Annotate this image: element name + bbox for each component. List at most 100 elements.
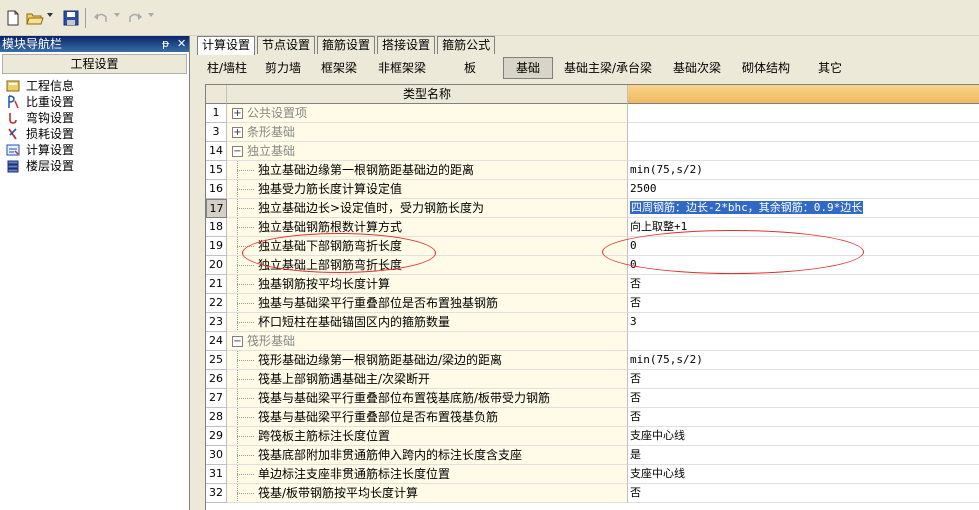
row-number[interactable]: 25	[206, 351, 227, 370]
setting-value-cell[interactable]: min(75,s/2)	[628, 351, 979, 370]
table-row[interactable]: 16 独基受力筋长度计算设定值 2500	[206, 180, 979, 199]
open-folder-icon[interactable]	[26, 9, 44, 27]
row-number[interactable]: 20	[206, 256, 227, 275]
table-row[interactable]: 17 独立基础边长>设定值时，受力钢筋长度为 四周钢筋：边长-2*bhc，其余钢筋：…	[206, 199, 979, 218]
subtab-foundation[interactable]: 基础	[503, 57, 553, 79]
setting-value-cell[interactable]: 向上取整+1	[628, 218, 979, 237]
row-number[interactable]: 21	[206, 275, 227, 294]
table-row[interactable]: 22 独基与基础梁平行重叠部位是否布置独基钢筋 否	[206, 294, 979, 313]
subtab-frame-beam[interactable]: 框架梁	[311, 57, 367, 79]
row-number[interactable]: 30	[206, 446, 227, 465]
main-toolbar	[0, 0, 979, 36]
table-row[interactable]: 28 筏基与基础梁平行重叠部位是否布置筏基负筋 否	[206, 408, 979, 427]
group-label: 公共设置项	[247, 106, 308, 120]
row-number[interactable]: 29	[206, 427, 227, 446]
row-number[interactable]: 19	[206, 237, 227, 256]
table-row[interactable]: 26 筏基上部钢筋遇基础主/次梁断开 否	[206, 370, 979, 389]
row-number[interactable]: 1	[206, 104, 227, 123]
subtab-foundation-secondary-beam[interactable]: 基础次梁	[663, 57, 731, 79]
tab-stirrup-formula[interactable]: 箍筋公式	[437, 36, 496, 54]
setting-value-cell[interactable]: 3	[628, 313, 979, 332]
toolbar-separator	[85, 8, 86, 28]
row-number[interactable]: 23	[206, 313, 227, 332]
table-row[interactable]: 29 跨筏板主筋标注长度位置 支座中心线	[206, 427, 979, 446]
tab-lap-settings[interactable]: 搭接设置	[377, 36, 436, 54]
table-row[interactable]: 23 杯口短柱在基础锚固区内的箍筋数量 3	[206, 313, 979, 332]
tab-stirrup-settings[interactable]: 箍筋设置	[317, 36, 376, 54]
tab-calc-settings[interactable]: 计算设置	[197, 36, 256, 55]
new-file-icon[interactable]	[4, 9, 22, 27]
expand-icon[interactable]: +	[232, 127, 243, 138]
setting-value-cell[interactable]: 否	[628, 294, 979, 313]
collapse-icon[interactable]: −	[232, 146, 243, 157]
undo-icon[interactable]	[92, 9, 110, 27]
table-row[interactable]: 15 独立基础边缘第一根钢筋距基础边的距离 min(75,s/2)	[206, 161, 979, 180]
nav-item-hook[interactable]: 弯钩设置	[0, 110, 189, 126]
row-number[interactable]: 28	[206, 408, 227, 427]
table-row[interactable]: 30 筏基底部附加非贯通筋伸入跨内的标注长度含支座 是	[206, 446, 979, 465]
setting-value-cell[interactable]: 否	[628, 408, 979, 427]
expand-icon[interactable]: +	[232, 108, 243, 119]
row-number[interactable]: 17	[206, 199, 227, 218]
setting-value-cell[interactable]: 否	[628, 484, 979, 503]
redo-icon[interactable]	[126, 9, 144, 27]
subtab-masonry[interactable]: 砌体结构	[731, 57, 801, 79]
row-number[interactable]: 27	[206, 389, 227, 408]
table-row[interactable]: 20 独立基础上部钢筋弯折长度 0	[206, 256, 979, 275]
row-number[interactable]: 15	[206, 161, 227, 180]
setting-value-cell[interactable]: 0	[628, 256, 979, 275]
undo-dropdown-arrow-icon[interactable]	[114, 13, 120, 17]
subtab-slab[interactable]: 板	[437, 57, 503, 79]
nav-section-header[interactable]: 工程设置	[2, 54, 187, 74]
setting-value-cell[interactable]: 是	[628, 446, 979, 465]
redo-dropdown-arrow-icon[interactable]	[148, 13, 154, 17]
row-number[interactable]: 31	[206, 465, 227, 484]
open-dropdown-arrow-icon[interactable]	[47, 13, 53, 17]
row-number[interactable]: 14	[206, 142, 227, 161]
nav-item-project-info[interactable]: 工程信息	[0, 78, 189, 94]
subtab-column[interactable]: 柱/墙柱	[199, 57, 255, 79]
close-icon[interactable]: ✕	[177, 36, 186, 52]
setting-value-cell[interactable]: min(75,s/2)	[628, 161, 979, 180]
subtab-foundation-main-beam[interactable]: 基础主梁/承台梁	[553, 57, 663, 79]
nav-item-weight[interactable]: 比重设置	[0, 94, 189, 110]
save-icon[interactable]	[62, 9, 80, 27]
setting-value-cell[interactable]: 2500	[628, 180, 979, 199]
setting-value-cell[interactable]: 四周钢筋：边长-2*bhc，其余钢筋：0.9*边长	[628, 199, 979, 218]
table-row[interactable]: 32 筏基/板带钢筋按平均长度计算 否	[206, 484, 979, 503]
group-row[interactable]: 3 + 条形基础	[206, 123, 979, 142]
row-number[interactable]: 16	[206, 180, 227, 199]
group-row[interactable]: 1 + 公共设置项	[206, 104, 979, 123]
subtab-shear-wall[interactable]: 剪力墙	[255, 57, 311, 79]
table-row[interactable]: 31 单边标注支座非贯通筋标注长度位置 支座中心线	[206, 465, 979, 484]
row-number[interactable]: 26	[206, 370, 227, 389]
table-row[interactable]: 27 筏基与基础梁平行重叠部位布置筏基底筋/板带受力钢筋 否	[206, 389, 979, 408]
group-row[interactable]: 14− 独立基础	[206, 142, 979, 161]
row-name-cell: 跨筏板主筋标注长度位置	[227, 427, 628, 446]
nav-item-loss[interactable]: 损耗设置	[0, 126, 189, 142]
table-row[interactable]: 25 筏形基础边缘第一根钢筋距基础边/梁边的距离 min(75,s/2)	[206, 351, 979, 370]
setting-value-cell[interactable]: 支座中心线	[628, 465, 979, 484]
tab-node-settings[interactable]: 节点设置	[257, 36, 316, 54]
table-row[interactable]: 21 独基钢筋按平均长度计算 否	[206, 275, 979, 294]
setting-value-cell[interactable]: 否	[628, 389, 979, 408]
setting-value-cell[interactable]: 否	[628, 275, 979, 294]
nav-item-calc[interactable]: 计算设置	[0, 142, 189, 158]
group-row[interactable]: 24− 筏形基础	[206, 332, 979, 351]
setting-value-cell[interactable]: 0	[628, 237, 979, 256]
row-number[interactable]: 3	[206, 123, 227, 142]
collapse-icon[interactable]: −	[232, 336, 243, 347]
subtab-nonframe-beam[interactable]: 非框架梁	[367, 57, 437, 79]
setting-value-cell[interactable]: 支座中心线	[628, 427, 979, 446]
subtab-other[interactable]: 其它	[801, 57, 859, 79]
nav-item-floor[interactable]: 楼层设置	[0, 158, 189, 174]
table-row[interactable]: 19 独立基础下部钢筋弯折长度 0	[206, 237, 979, 256]
setting-value-cell[interactable]: 否	[628, 370, 979, 389]
row-number[interactable]: 24	[206, 332, 227, 351]
pin-icon[interactable]: ᵽ	[162, 36, 169, 52]
table-row[interactable]: 18 独立基础钢筋根数计算方式 向上取整+1	[206, 218, 979, 237]
row-number[interactable]: 22	[206, 294, 227, 313]
setting-value-cell	[628, 123, 979, 142]
row-number[interactable]: 18	[206, 218, 227, 237]
row-number[interactable]: 32	[206, 484, 227, 503]
